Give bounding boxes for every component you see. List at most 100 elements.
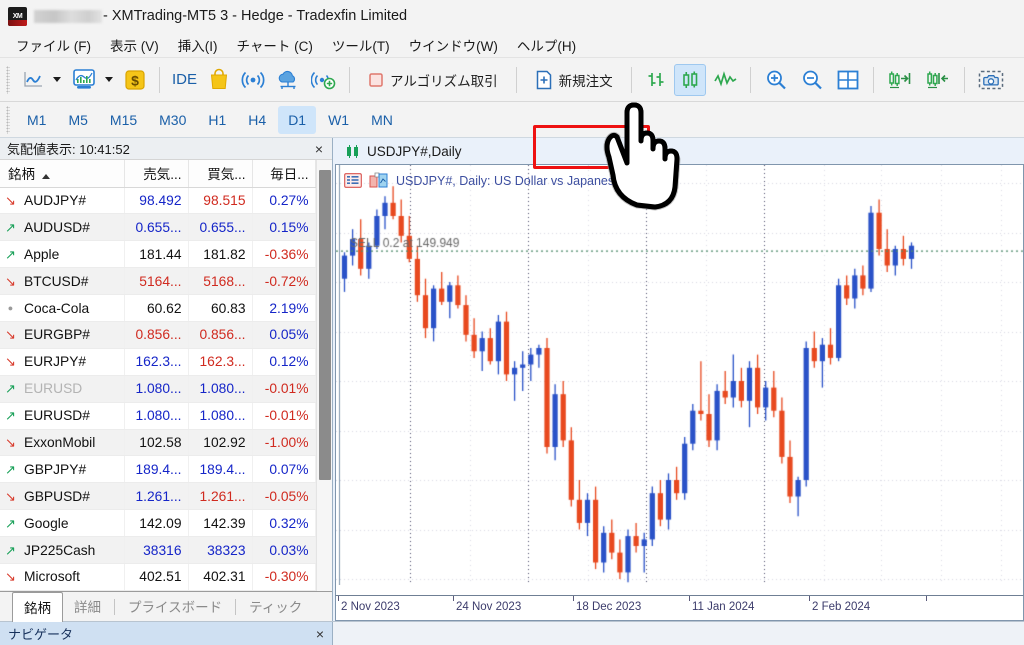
cell-daily-change: 0.12%	[252, 348, 316, 376]
timeframe-bar: M1 M5 M15 M30 H1 H4 D1 W1 MN	[0, 102, 1024, 138]
x-axis-label: 18 Dec 2023	[576, 601, 642, 613]
menu-insert[interactable]: 挿入(I)	[170, 33, 229, 57]
scrollbar-thumb[interactable]	[318, 170, 331, 480]
cell-ask: 1.080...	[188, 402, 253, 430]
tab-details[interactable]: 詳細	[63, 592, 112, 621]
indicator-chart-icon[interactable]	[67, 64, 101, 96]
table-row[interactable]: ↗ GBPJPY# 189.4... 189.4... 0.07%	[0, 455, 316, 484]
auto-scroll-icon[interactable]	[882, 64, 918, 96]
menu-help[interactable]: ヘルプ(H)	[509, 33, 587, 57]
cell-daily-change: 0.15%	[252, 213, 316, 242]
timeframe-m15[interactable]: M15	[100, 106, 147, 134]
timeframe-m1[interactable]: M1	[17, 106, 56, 134]
chart-pane: USDJPY#,Daily USDJPY#, Daily: US Dollar …	[333, 138, 1024, 621]
column-header-daily-change[interactable]: 毎日...	[252, 160, 316, 188]
chart-shift-icon[interactable]	[920, 64, 956, 96]
dollar-icon[interactable]: $	[119, 64, 151, 96]
redacted-account-name	[34, 9, 102, 23]
bar-chart-icon[interactable]	[640, 64, 672, 96]
line-graph-icon[interactable]	[708, 64, 742, 96]
column-header-ask[interactable]: 買気...	[188, 160, 253, 188]
toolbar-separator-6	[872, 66, 874, 93]
cell-bid: 5164...	[124, 267, 189, 296]
cell-ask: 1.080...	[188, 375, 253, 403]
close-icon[interactable]: ×	[310, 140, 328, 158]
timeframe-grip[interactable]	[6, 105, 10, 134]
market-bag-icon[interactable]	[203, 64, 235, 96]
table-row[interactable]: ↘ Microsoft 402.51 402.31 -0.30%	[0, 563, 316, 591]
toolbar-grip[interactable]	[6, 65, 10, 94]
table-row[interactable]: ● Coca-Cola 60.62 60.83 2.19%	[0, 294, 316, 322]
chart-type-dropdown-caret[interactable]	[50, 64, 63, 96]
cell-bid: 38316	[124, 536, 189, 564]
cell-ask: 102.92	[188, 429, 253, 457]
menu-window[interactable]: ウインドウ(W)	[401, 33, 509, 57]
tab-price-board[interactable]: プライスボード	[117, 592, 233, 621]
add-connection-icon[interactable]	[307, 64, 341, 96]
candlestick-icon[interactable]	[673, 63, 706, 96]
menu-tools[interactable]: ツール(T)	[324, 33, 401, 57]
line-chart-icon[interactable]	[17, 64, 49, 96]
toolbar-separator-5	[749, 66, 751, 93]
close-icon[interactable]: ×	[311, 625, 329, 643]
trend-arrow-icon: ↘	[5, 488, 16, 504]
timeframe-m5[interactable]: M5	[58, 106, 97, 134]
indicator-dropdown-caret[interactable]	[102, 64, 115, 96]
table-row[interactable]: ↘ AUDJPY# 98.492 98.515 0.27%	[0, 187, 316, 215]
table-row[interactable]: ↘ EURJPY# 162.3... 162.3... 0.12%	[0, 348, 316, 376]
algo-trading-button[interactable]: アルゴリズム取引	[359, 64, 507, 96]
menu-file[interactable]: ファイル (F)	[8, 33, 102, 57]
timeframe-w1[interactable]: W1	[318, 106, 359, 134]
candlestick-chart-canvas[interactable]	[336, 165, 1023, 585]
trend-arrow-icon: ●	[7, 302, 14, 313]
chart-frame[interactable]: USDJPY#, Daily: US Dollar vs Japanese	[335, 164, 1024, 595]
cell-ask: 142.39	[188, 509, 253, 538]
timeframe-h1[interactable]: H1	[198, 106, 236, 134]
grid-icon[interactable]	[831, 64, 865, 96]
svg-text:$: $	[131, 72, 139, 88]
column-header-symbol[interactable]: 銘柄	[0, 160, 125, 188]
table-row[interactable]: ↗ EURUSD# 1.080... 1.080... -0.01%	[0, 402, 316, 430]
cell-symbol: ↘ Microsoft	[0, 563, 125, 591]
tab-ticks[interactable]: ティック	[238, 592, 313, 621]
timeframe-mn[interactable]: MN	[361, 106, 403, 134]
zoom-out-icon[interactable]	[795, 64, 829, 96]
navigator-panel-header: ナビゲータ ×	[0, 622, 333, 645]
table-row[interactable]: ↗ Google 142.09 142.39 0.32%	[0, 509, 316, 538]
table-row[interactable]: ↗ AUDUSD# 0.655... 0.655... 0.15%	[0, 213, 316, 242]
timeframe-m30[interactable]: M30	[149, 106, 196, 134]
title-bar: XM - XMTrading-MT5 3 - Hedge - Tradexfin…	[0, 0, 1024, 32]
timeframe-d1[interactable]: D1	[278, 105, 317, 134]
table-row[interactable]: ↘ ExxonMobil 102.58 102.92 -1.00%	[0, 429, 316, 457]
table-row[interactable]: ↗ Apple 181.44 181.82 -0.36%	[0, 240, 316, 269]
table-row[interactable]: ↘ BTCUSD# 5164... 5168... -0.72%	[0, 267, 316, 296]
symbol-label: GBPJPY#	[24, 461, 87, 477]
cell-symbol: ↗ EURUSD#	[0, 402, 125, 430]
market-watch-scrollbar[interactable]	[315, 160, 332, 591]
vps-cloud-icon[interactable]	[271, 64, 305, 96]
screenshot-icon[interactable]	[973, 64, 1009, 96]
trend-arrow-icon: ↘	[5, 327, 16, 343]
cell-daily-change: -0.01%	[252, 375, 316, 403]
signals-icon[interactable]	[237, 64, 269, 96]
table-header-row: 銘柄 売気... 買気... 毎日...	[0, 160, 316, 188]
table-row[interactable]: ↘ GBPUSD# 1.261... 1.261... -0.05%	[0, 482, 316, 511]
timeframe-h4[interactable]: H4	[238, 106, 276, 134]
symbol-label: Coca-Cola	[24, 300, 90, 316]
ide-icon[interactable]: IDE	[168, 64, 201, 96]
chart-x-axis: 2 Nov 2023 24 Nov 2023 18 Dec 2023 11 Jan 2…	[335, 595, 1024, 621]
column-header-bid[interactable]: 売気...	[124, 160, 189, 188]
trend-arrow-icon: ↘	[5, 192, 16, 208]
chart-tab-usdjpy-daily[interactable]: USDJPY#,Daily	[343, 141, 470, 162]
navigator-bar: ナビゲータ ×	[0, 621, 1024, 645]
table-row[interactable]: ↘ EURGBP# 0.856... 0.856... 0.05%	[0, 321, 316, 349]
trend-arrow-icon: ↗	[5, 219, 16, 235]
zoom-in-icon[interactable]	[759, 64, 793, 96]
trend-arrow-icon: ↘	[5, 273, 16, 289]
tab-symbols[interactable]: 銘柄	[12, 592, 63, 622]
menu-chart[interactable]: チャート (C)	[229, 33, 324, 57]
menu-view[interactable]: 表示 (V)	[102, 33, 170, 57]
table-row[interactable]: ↗ JP225Cash 38316 38323 0.03%	[0, 536, 316, 564]
table-row[interactable]: ↗ EURUSD 1.080... 1.080... -0.01%	[0, 375, 316, 403]
new-order-button[interactable]: 新規注文	[526, 64, 622, 96]
